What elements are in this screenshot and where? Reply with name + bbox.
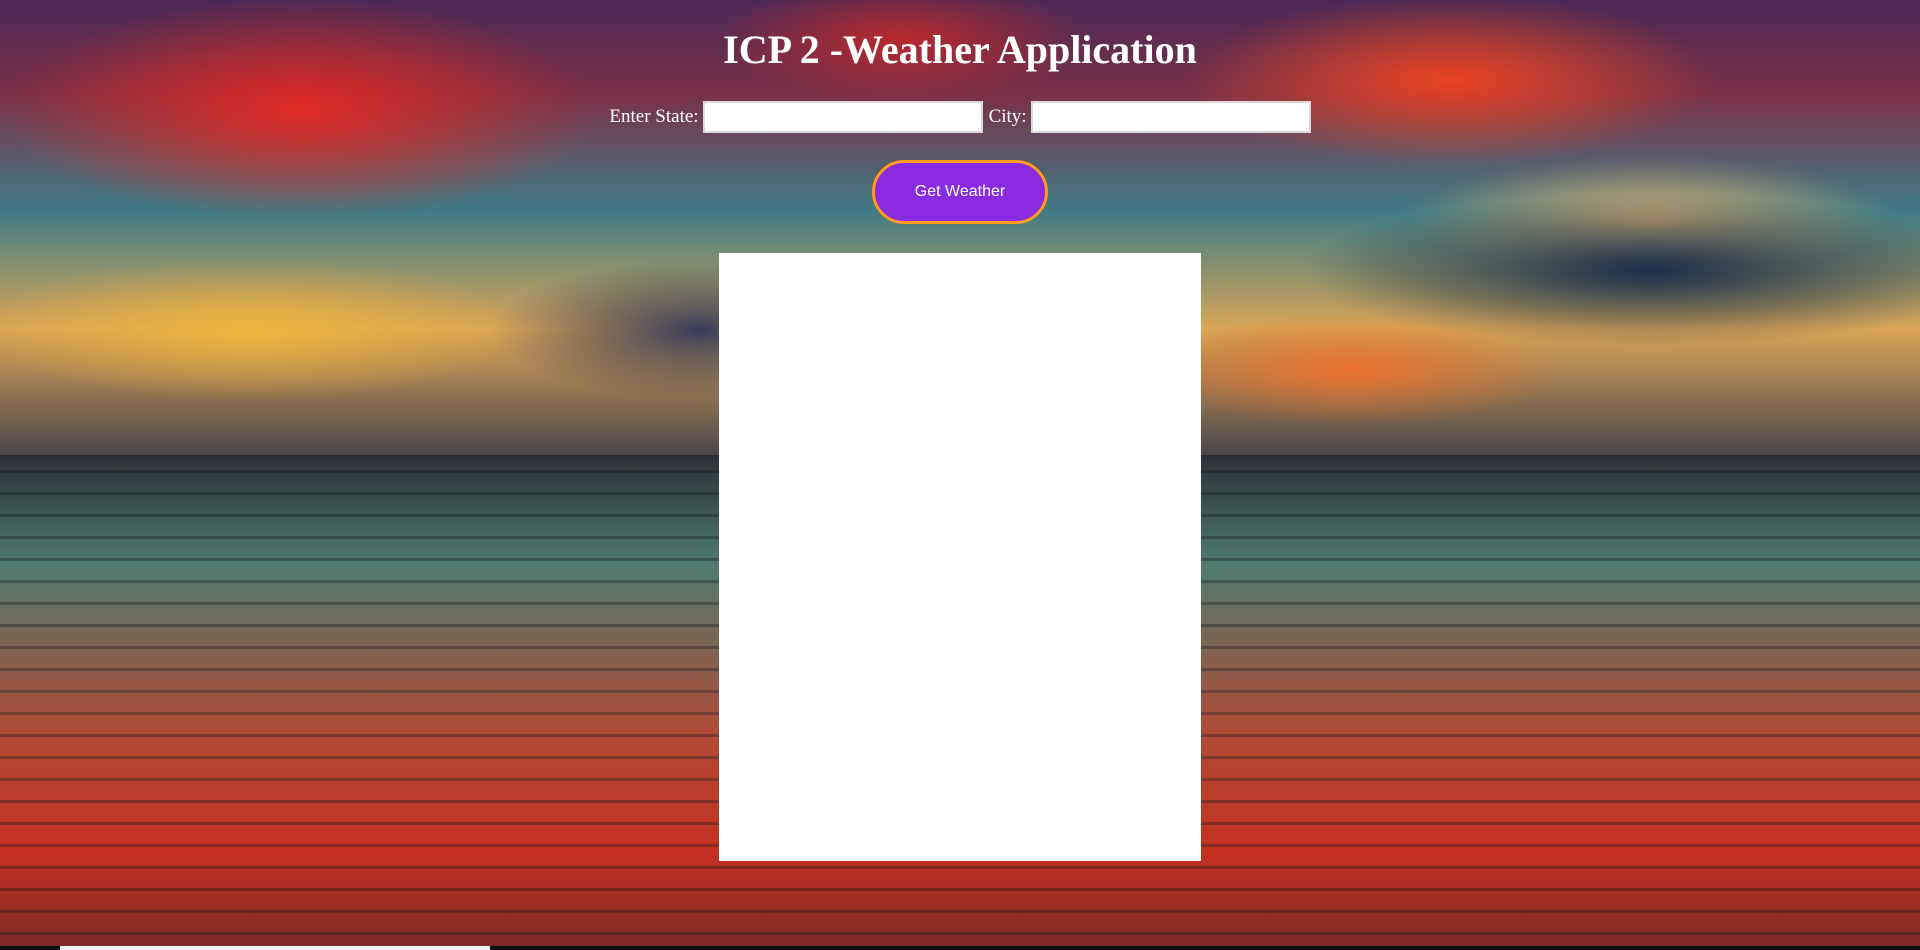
city-input[interactable] — [1030, 101, 1311, 133]
get-weather-button[interactable]: Get Weather — [872, 160, 1048, 224]
weather-result-panel — [719, 253, 1201, 861]
state-label: Enter State: — [609, 106, 699, 127]
main-content: ICP 2 -Weather Application Enter State: … — [0, 0, 1920, 224]
page-title: ICP 2 -Weather Application — [723, 27, 1197, 72]
location-form: Enter State: City: — [0, 100, 1920, 134]
state-input[interactable] — [702, 101, 983, 133]
city-label: City: — [988, 106, 1027, 127]
bottom-bar-highlight — [60, 946, 490, 950]
button-row: Get Weather — [0, 160, 1920, 224]
